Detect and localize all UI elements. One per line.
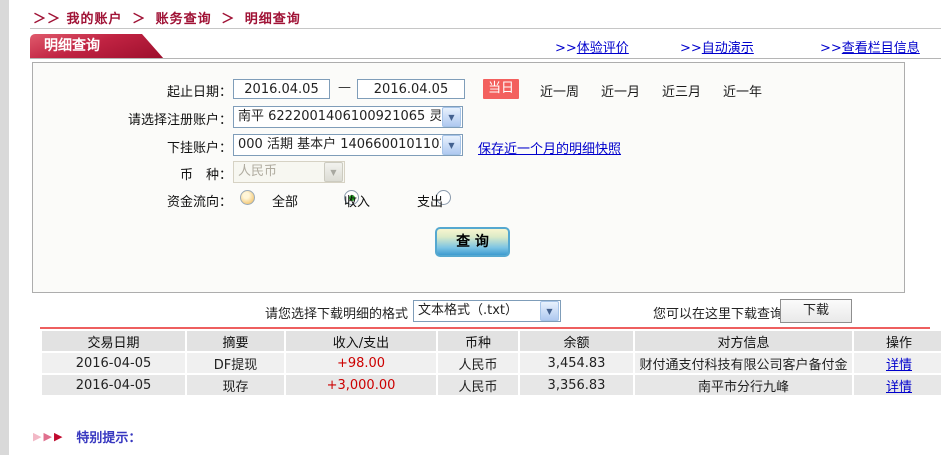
download-format-select[interactable]: 文本格式（.txt） ▼ [413, 300, 561, 322]
column-info-link[interactable]: >>查看栏目信息 [820, 37, 920, 56]
special-notice: ▶ ▶ ▶ 特别提示： [33, 427, 141, 446]
triple-arrow-icon: ▶ [43, 430, 52, 443]
tab-label: 明细查询 [44, 38, 100, 54]
download-button[interactable]: 下载 [780, 299, 852, 323]
chevron-down-icon: ▼ [324, 162, 343, 182]
detail-link[interactable]: 详情 [886, 358, 912, 373]
breadcrumb-separator: ＞ [132, 12, 147, 27]
cell-counterparty: 财付通支付科技有限公司客户备付金 [635, 353, 852, 373]
registered-account-value: 南平 6222001406100921065 灵通卡 [238, 109, 441, 124]
special-notice-label: 特别提示： [76, 431, 142, 446]
sub-account-label: 下挂账户： [166, 141, 232, 156]
currency-value: 人民币 [238, 164, 278, 179]
flow-radio-all-label[interactable]: 全部 [272, 191, 298, 210]
tab-detail-query[interactable]: 明细查询 [30, 34, 164, 59]
link-prefix: >> [555, 41, 577, 56]
range-today-button[interactable]: 当日 [483, 79, 519, 99]
link-label: 体验评价 [576, 41, 629, 56]
cell-summary: 现存 [187, 375, 284, 395]
sub-account-select[interactable]: 000 活期 基本户 1406600101102571848 ▼ [233, 134, 463, 156]
chevron-down-icon[interactable]: ▼ [442, 135, 461, 155]
experience-review-link[interactable]: >>体验评价 [555, 37, 629, 56]
registered-account-label: 请选择注册账户： [127, 113, 232, 128]
link-prefix: >> [680, 41, 702, 56]
transactions-table: 交易日期 摘要 收入/支出 币种 余额 对方信息 操作 2016-04-05 D… [40, 329, 941, 397]
cell-summary: DF提现 [187, 353, 284, 373]
range-quarter-button[interactable]: 近三月 [662, 81, 701, 100]
col-header-action: 操作 [854, 331, 941, 351]
flow-radio-expense-label[interactable]: 支出 [417, 191, 443, 210]
col-header-currency: 币种 [438, 331, 518, 351]
cell-balance: 3,454.83 [520, 353, 633, 373]
cell-balance: 3,356.83 [520, 375, 633, 395]
save-snapshot-link[interactable]: 保存近一个月的明细快照 [478, 138, 621, 157]
table-header-row: 交易日期 摘要 收入/支出 币种 余额 对方信息 操作 [42, 331, 941, 351]
detail-query-page: ＞＞ 我的账户 ＞ 账务查询 ＞ 明细查询 明细查询 >>体验评价 >>自动演示… [0, 0, 941, 455]
breadcrumb-item-account-query[interactable]: 账务查询 [156, 12, 212, 27]
breadcrumb-item-my-account[interactable]: 我的账户 [67, 12, 123, 27]
link-label: 自动演示 [701, 41, 754, 56]
breadcrumb-prefix: ＞＞ [33, 12, 62, 27]
range-month-button[interactable]: 近一月 [601, 81, 640, 100]
table-row: 2016-04-05 现存 +3,000.00 人民币 3,356.83 南平市… [42, 375, 941, 395]
divider [30, 58, 941, 59]
range-week-button[interactable]: 近一周 [540, 81, 579, 100]
left-gutter [0, 0, 9, 455]
cell-date: 2016-04-05 [42, 375, 185, 395]
chevron-down-icon[interactable]: ▼ [442, 107, 461, 127]
flow-radio-income-label[interactable]: 收入 [344, 191, 370, 210]
triple-arrow-icon: ▶ [53, 430, 63, 443]
link-prefix: >> [820, 41, 842, 56]
col-header-balance: 余额 [520, 331, 633, 351]
download-format-label: 请您选择下载明细的格式 [264, 307, 408, 322]
detail-link[interactable]: 详情 [886, 380, 912, 395]
col-header-counterparty: 对方信息 [635, 331, 852, 351]
col-header-amount: 收入/支出 [286, 331, 436, 351]
breadcrumb-item-detail-query: 明细查询 [244, 12, 301, 27]
query-button[interactable]: 查 询 [435, 227, 510, 257]
flow-radio-all[interactable] [240, 190, 255, 205]
auto-demo-link[interactable]: >>自动演示 [680, 37, 754, 56]
date-dash: — [338, 80, 351, 95]
cell-date: 2016-04-05 [42, 353, 185, 373]
cell-amount: +98.00 [286, 353, 436, 373]
col-header-date: 交易日期 [42, 331, 185, 351]
col-header-summary: 摘要 [187, 331, 284, 351]
date-from-input[interactable]: 2016.04.05 [233, 79, 330, 99]
chevron-down-icon[interactable]: ▼ [540, 301, 559, 321]
cell-currency: 人民币 [438, 353, 518, 373]
flow-direction-label: 资金流向： [166, 195, 232, 210]
currency-label: 币 种： [179, 168, 232, 183]
triple-arrow-icon: ▶ [33, 430, 42, 443]
table-row: 2016-04-05 DF提现 +98.00 人民币 3,454.83 财付通支… [42, 353, 941, 373]
link-label: 查看栏目信息 [841, 41, 920, 56]
currency-select: 人民币 ▼ [233, 161, 345, 183]
breadcrumb: ＞＞ 我的账户 ＞ 账务查询 ＞ 明细查询 [33, 8, 301, 27]
date-range-label: 起止日期： [166, 85, 232, 100]
cell-amount: +3,000.00 [286, 375, 436, 395]
cell-currency: 人民币 [438, 375, 518, 395]
divider [30, 28, 941, 29]
download-format-value: 文本格式（.txt） [418, 303, 519, 318]
cell-counterparty: 南平市分行九峰 [635, 375, 852, 395]
registered-account-select[interactable]: 南平 6222001406100921065 灵通卡 ▼ [233, 106, 463, 128]
sub-account-value: 000 活期 基本户 1406600101102571848 [238, 137, 441, 152]
breadcrumb-separator: ＞ [221, 12, 236, 27]
range-year-button[interactable]: 近一年 [723, 81, 762, 100]
date-to-input[interactable]: 2016.04.05 [357, 79, 465, 99]
